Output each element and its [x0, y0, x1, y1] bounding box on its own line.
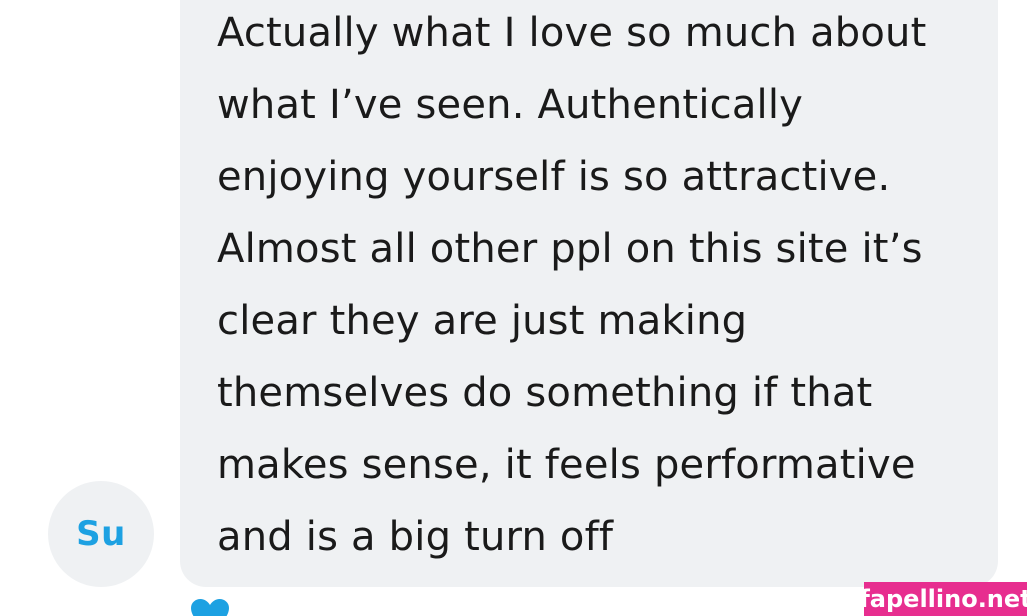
comment-line: enjoying yourself is so attractive. — [217, 154, 891, 200]
watermark: fapellino.net — [859, 582, 1027, 616]
comment-line: what I’ve seen. Authentically — [217, 82, 804, 128]
comment-line: and is a big turn off — [217, 514, 614, 560]
comment-thread: Su Actually what I love so much about wh… — [0, 0, 1027, 616]
comment-bubble: Actually what I love so much about what … — [180, 0, 998, 587]
comment-line: themselves do something if that — [217, 370, 873, 416]
avatar[interactable]: Su — [48, 481, 154, 587]
comment-actions: — — — — [190, 598, 367, 616]
comment-line: makes sense, it feels performative — [217, 442, 916, 488]
avatar-initials: Su — [76, 514, 126, 554]
watermark-text: fapellino.net — [859, 585, 1027, 613]
comment-text: Actually what I love so much about what … — [217, 0, 998, 573]
comment-line: clear they are just making — [217, 298, 748, 344]
comment-line: Actually what I love so much about — [217, 10, 927, 56]
heart-icon[interactable] — [190, 598, 230, 616]
comment-line: Almost all other ppl on this site it’s — [217, 226, 923, 272]
like-count-cutoff: — — — — [248, 606, 367, 616]
